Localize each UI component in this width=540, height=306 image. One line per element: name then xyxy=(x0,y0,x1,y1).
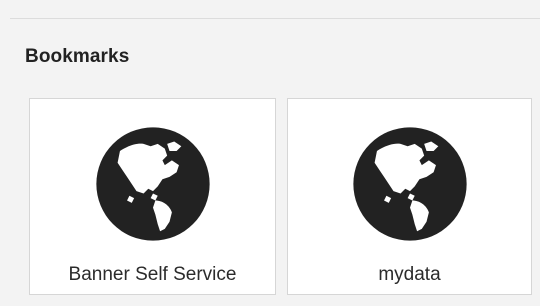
globe-icon xyxy=(351,125,469,243)
bookmark-label: mydata xyxy=(378,264,441,285)
section-title: Bookmarks xyxy=(25,46,130,67)
bookmark-card-mydata[interactable]: mydata xyxy=(287,98,532,295)
bookmark-card-banner-self-service[interactable]: Banner Self Service xyxy=(29,98,276,295)
bookmarks-panel: Bookmarks Banner Self Service mydata xyxy=(0,0,540,306)
globe-icon xyxy=(94,125,212,243)
bookmark-label: Banner Self Service xyxy=(68,264,237,285)
divider xyxy=(10,18,540,19)
